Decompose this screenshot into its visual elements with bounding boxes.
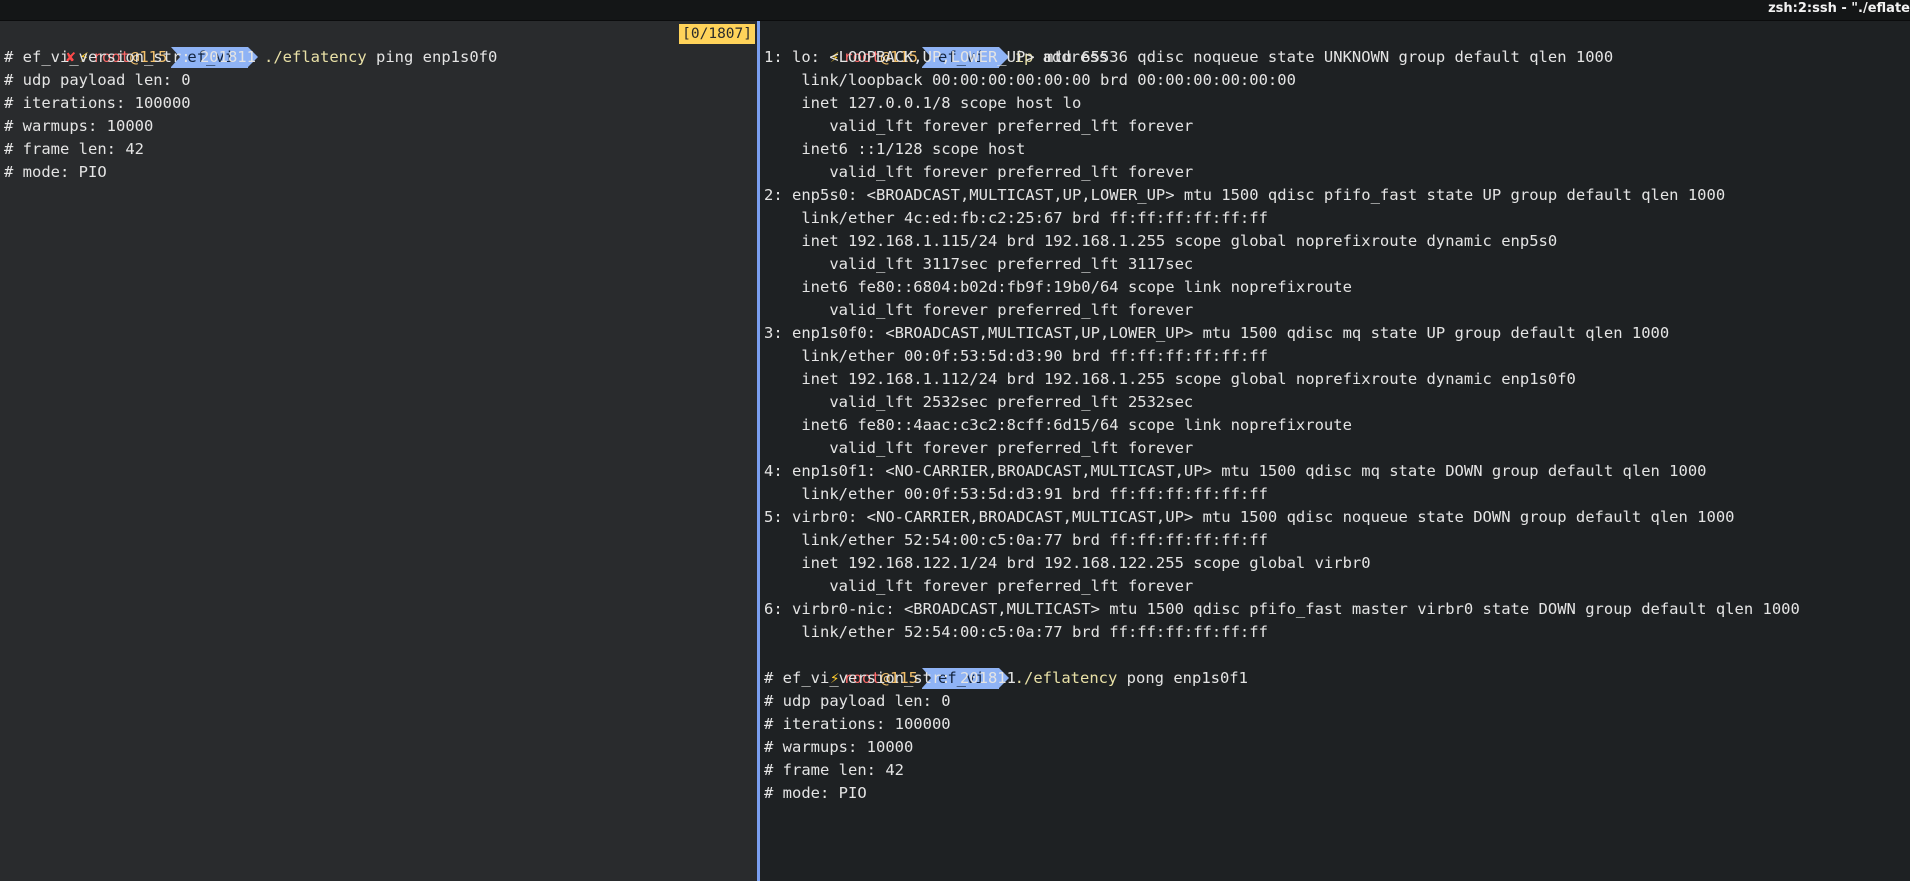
prompt-line: ⚡ root @115 ef_vi ip address [764,23,1910,68]
output-line: inet 127.0.0.1/8 scope host lo [764,94,1082,112]
output-line: valid_lft forever preferred_lft forever [764,577,1194,595]
output-line: # ef_vi_version_str: 201811 [4,48,256,66]
output-line: 2: enp5s0: <BROADCAST,MULTICAST,UP,LOWER… [764,186,1726,204]
output-line: link/ether 4c:ed:fb:c2:25:67 brd ff:ff:f… [764,209,1268,227]
output-line: 1: lo: <LOOPBACK,UP,LOWER_UP> mtu 65536 … [764,48,1614,66]
output-line: 5: virbr0: <NO-CARRIER,BROADCAST,MULTICA… [764,508,1735,526]
prompt-line: ✘ ⚡ root @115 ef_vi ./eflatency ping enp1… [4,23,757,68]
output-line: inet 192.168.1.115/24 brd 192.168.1.255 … [764,232,1558,250]
output-line: valid_lft forever preferred_lft forever [764,439,1194,457]
prompt-line: ⚡ root @115 ef_vi ./eflatency pong enp1s0… [764,644,1910,689]
output-line: link/ether 52:54:00:c5:0a:77 brd ff:ff:f… [764,531,1268,549]
output-line: 3: enp1s0f0: <BROADCAST,MULTICAST,UP,LOW… [764,324,1670,342]
output-line: 4: enp1s0f1: <NO-CARRIER,BROADCAST,MULTI… [764,462,1707,480]
output-line: inet6 fe80::6804:b02d:fb9f:19b0/64 scope… [764,278,1352,296]
output-line: inet 192.168.1.112/24 brd 192.168.1.255 … [764,370,1576,388]
scroll-position-badge: [0/1807] [679,24,755,44]
output-line: # iterations: 100000 [764,715,951,733]
output-line: link/loopback 00:00:00:00:00:00 brd 00:0… [764,71,1296,89]
window-title: zsh:2:ssh - "./eflate [1768,1,1910,16]
output-line: valid_lft forever preferred_lft forever [764,301,1194,319]
output-line: valid_lft forever preferred_lft forever [764,117,1194,135]
output-line: # ef_vi_version_str: 201811 [764,669,1016,687]
output-line: valid_lft 2532sec preferred_lft 2532sec [764,393,1194,411]
output-line: 6: virbr0-nic: <BROADCAST,MULTICAST> mtu… [764,600,1800,618]
output-line: # mode: PIO [764,784,867,802]
output-line: # mode: PIO [4,163,107,181]
window-titlebar[interactable]: zsh:2:ssh - "./eflate [0,0,1910,21]
output-line: # frame len: 42 [764,761,904,779]
output-line: # warmups: 10000 [4,117,154,135]
terminal-pane-right[interactable]: ⚡ root @115 ef_vi ip address 1: lo: <LOOP… [760,21,1910,881]
output-line: # udp payload len: 0 [4,71,191,89]
output-line: inet6 fe80::4aac:c3c2:8cff:6d15/64 scope… [764,416,1352,434]
output-line: valid_lft forever preferred_lft forever [764,163,1194,181]
output-line: link/ether 00:0f:53:5d:d3:91 brd ff:ff:f… [764,485,1268,503]
terminal-pane-left[interactable]: ✘ ⚡ root @115 ef_vi ./eflatency ping enp1… [0,21,757,881]
output-line: # warmups: 10000 [764,738,914,756]
output-line: inet 192.168.122.1/24 brd 192.168.122.25… [764,554,1371,572]
output-line: link/ether 52:54:00:c5:0a:77 brd ff:ff:f… [764,623,1268,641]
output-line: inet6 ::1/128 scope host [764,140,1026,158]
output-line: # iterations: 100000 [4,94,191,112]
output-line: link/ether 00:0f:53:5d:d3:90 brd ff:ff:f… [764,347,1268,365]
output-line: # udp payload len: 0 [764,692,951,710]
output-line: # frame len: 42 [4,140,144,158]
output-line: valid_lft 3117sec preferred_lft 3117sec [764,255,1194,273]
